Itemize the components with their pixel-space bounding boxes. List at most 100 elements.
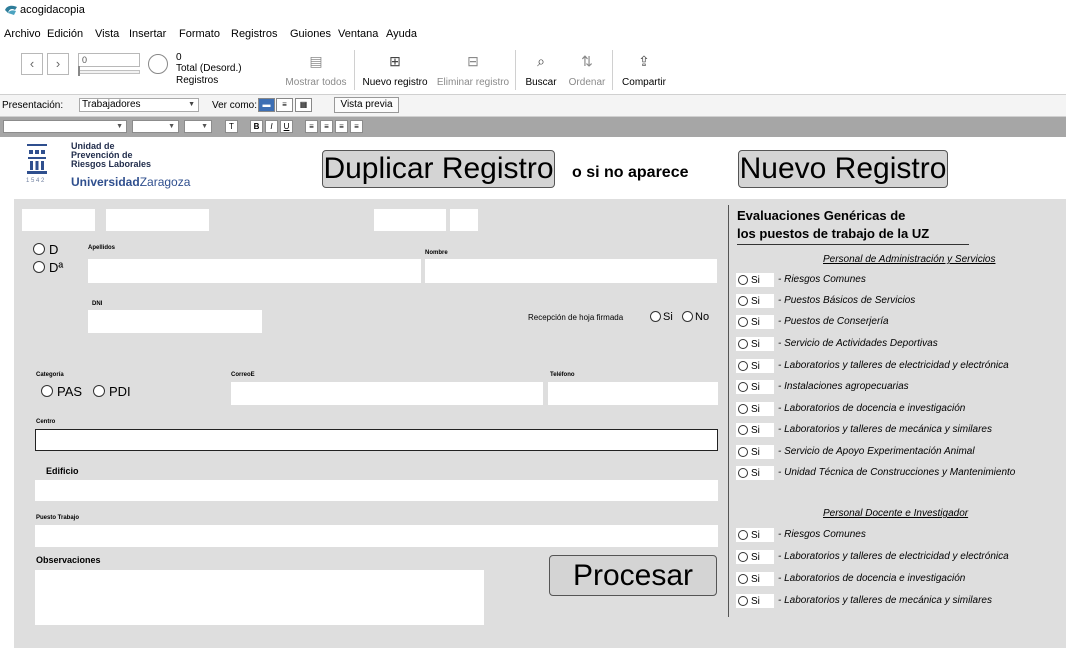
record-number-input[interactable]: 0	[78, 53, 140, 67]
correo-input[interactable]	[231, 382, 543, 405]
centro-input[interactable]	[35, 429, 718, 451]
telefono-label: Teléfono	[550, 372, 575, 378]
preview-button[interactable]: Vista previa	[334, 97, 399, 113]
si-radio[interactable]	[738, 361, 748, 371]
align-center-button[interactable]: ≡	[320, 120, 333, 133]
evaluation-label: - Riesgos Comunes	[778, 274, 866, 285]
puesto-input[interactable]	[35, 525, 718, 547]
si-label: Si	[751, 447, 760, 458]
menu-edicion[interactable]: Edición	[47, 28, 83, 40]
si-checkbox-box[interactable]: Si	[736, 550, 774, 564]
text-color-button[interactable]: T	[225, 120, 238, 133]
si-checkbox-box[interactable]: Si	[736, 466, 774, 480]
show-all-button[interactable]: ▤ Mostrar todos	[284, 51, 348, 93]
menu-formato[interactable]: Formato	[179, 28, 220, 40]
dni-input[interactable]	[88, 310, 262, 333]
si-checkbox-box[interactable]: Si	[736, 528, 774, 542]
menu-ayuda[interactable]: Ayuda	[386, 28, 417, 40]
si-radio[interactable]	[738, 275, 748, 285]
menu-archivo[interactable]: Archivo	[4, 28, 41, 40]
si-checkbox-box[interactable]: Si	[736, 294, 774, 308]
si-radio[interactable]	[738, 468, 748, 478]
next-record-button[interactable]: ›	[47, 53, 69, 75]
menu-ventana[interactable]: Ventana	[338, 28, 378, 40]
si-radio[interactable]	[738, 317, 748, 327]
signed-no-radio[interactable]	[682, 311, 693, 322]
search-icon: ⌕	[537, 53, 545, 69]
category-pdi-radio[interactable]	[93, 385, 105, 397]
table-view-button[interactable]: ▦	[295, 98, 312, 112]
si-checkbox-box[interactable]: Si	[736, 359, 774, 373]
record-slider-thumb[interactable]	[78, 66, 80, 76]
search-button[interactable]: ⌕ Buscar	[520, 51, 562, 93]
menu-vista[interactable]: Vista	[95, 28, 119, 40]
total-label: Total (Desord.)	[176, 63, 242, 74]
font-size-select[interactable]: ▼	[132, 120, 179, 133]
si-radio[interactable]	[738, 425, 748, 435]
si-radio[interactable]	[738, 552, 748, 562]
si-radio[interactable]	[738, 596, 748, 606]
telefono-input[interactable]	[548, 382, 718, 405]
presentation-select[interactable]: Trabajadores ▼	[79, 98, 199, 112]
si-radio[interactable]	[738, 574, 748, 584]
form-view-button[interactable]: ▬	[258, 98, 275, 112]
new-record-button[interactable]: ⊞ Nuevo registro	[360, 51, 430, 93]
edificio-input[interactable]	[35, 480, 718, 501]
apellidos-input[interactable]	[88, 259, 421, 283]
process-button[interactable]: Procesar	[549, 555, 717, 596]
si-radio[interactable]	[738, 339, 748, 349]
new-record-big-button[interactable]: Nuevo Registro	[738, 150, 948, 188]
blank-field[interactable]	[450, 209, 478, 231]
blank-field[interactable]	[374, 209, 446, 231]
sort-button[interactable]: ⇅ Ordenar	[566, 51, 608, 93]
title-d-radio[interactable]	[33, 243, 45, 255]
align-left-button[interactable]: ≡	[305, 120, 318, 133]
share-button[interactable]: ⇪ Compartir	[618, 51, 670, 93]
category-pas-radio[interactable]	[41, 385, 53, 397]
observaciones-textarea[interactable]	[35, 570, 484, 625]
si-checkbox-box[interactable]: Si	[736, 445, 774, 459]
si-checkbox-box[interactable]: Si	[736, 594, 774, 608]
evaluation-label: - Servicio de Apoyo Experimentación Anim…	[778, 446, 975, 457]
si-checkbox-box[interactable]: Si	[736, 423, 774, 437]
list-view-button[interactable]: ≡	[276, 98, 293, 112]
align-right-button[interactable]: ≡	[335, 120, 348, 133]
si-checkbox-box[interactable]: Si	[736, 337, 774, 351]
evaluation-label: - Puestos Básicos de Servicios	[778, 295, 916, 306]
fill-color-select[interactable]: ▼	[184, 120, 212, 133]
si-checkbox-box[interactable]: Si	[736, 273, 774, 287]
si-radio[interactable]	[738, 530, 748, 540]
duplicate-record-button[interactable]: Duplicar Registro	[322, 150, 555, 188]
format-bar: ▼ ▼ ▼ T B I U ≡ ≡ ≡ ≡	[0, 117, 1066, 137]
previous-record-button[interactable]: ‹	[21, 53, 43, 75]
si-label: Si	[751, 296, 760, 307]
title-da-label: Dª	[49, 260, 64, 275]
menu-insertar[interactable]: Insertar	[129, 28, 166, 40]
blank-field[interactable]	[106, 209, 209, 231]
si-checkbox-box[interactable]: Si	[736, 572, 774, 586]
signed-yes-radio[interactable]	[650, 311, 661, 322]
blank-field[interactable]	[22, 209, 95, 231]
menu-guiones[interactable]: Guiones	[290, 28, 331, 40]
title-da-radio[interactable]	[33, 261, 45, 273]
evaluation-label: - Servicio de Actividades Deportivas	[778, 338, 938, 349]
evaluation-label: - Instalaciones agropecuarias	[778, 381, 909, 392]
nombre-input[interactable]	[425, 259, 717, 283]
si-radio[interactable]	[738, 404, 748, 414]
si-checkbox-box[interactable]: Si	[736, 380, 774, 394]
font-select[interactable]: ▼	[3, 120, 127, 133]
italic-button[interactable]: I	[265, 120, 278, 133]
underline-button[interactable]: U	[280, 120, 293, 133]
section-pdi-title: Personal Docente e Investigador	[823, 508, 969, 519]
si-checkbox-box[interactable]: Si	[736, 315, 774, 329]
si-radio[interactable]	[738, 296, 748, 306]
plus-icon: ⊞	[389, 53, 401, 69]
menu-registros[interactable]: Registros	[231, 28, 277, 40]
bold-button[interactable]: B	[250, 120, 263, 133]
record-slider[interactable]	[78, 70, 140, 74]
si-radio[interactable]	[738, 447, 748, 457]
si-radio[interactable]	[738, 382, 748, 392]
align-justify-button[interactable]: ≡	[350, 120, 363, 133]
delete-record-button[interactable]: ⊟ Eliminar registro	[434, 51, 512, 93]
si-checkbox-box[interactable]: Si	[736, 402, 774, 416]
